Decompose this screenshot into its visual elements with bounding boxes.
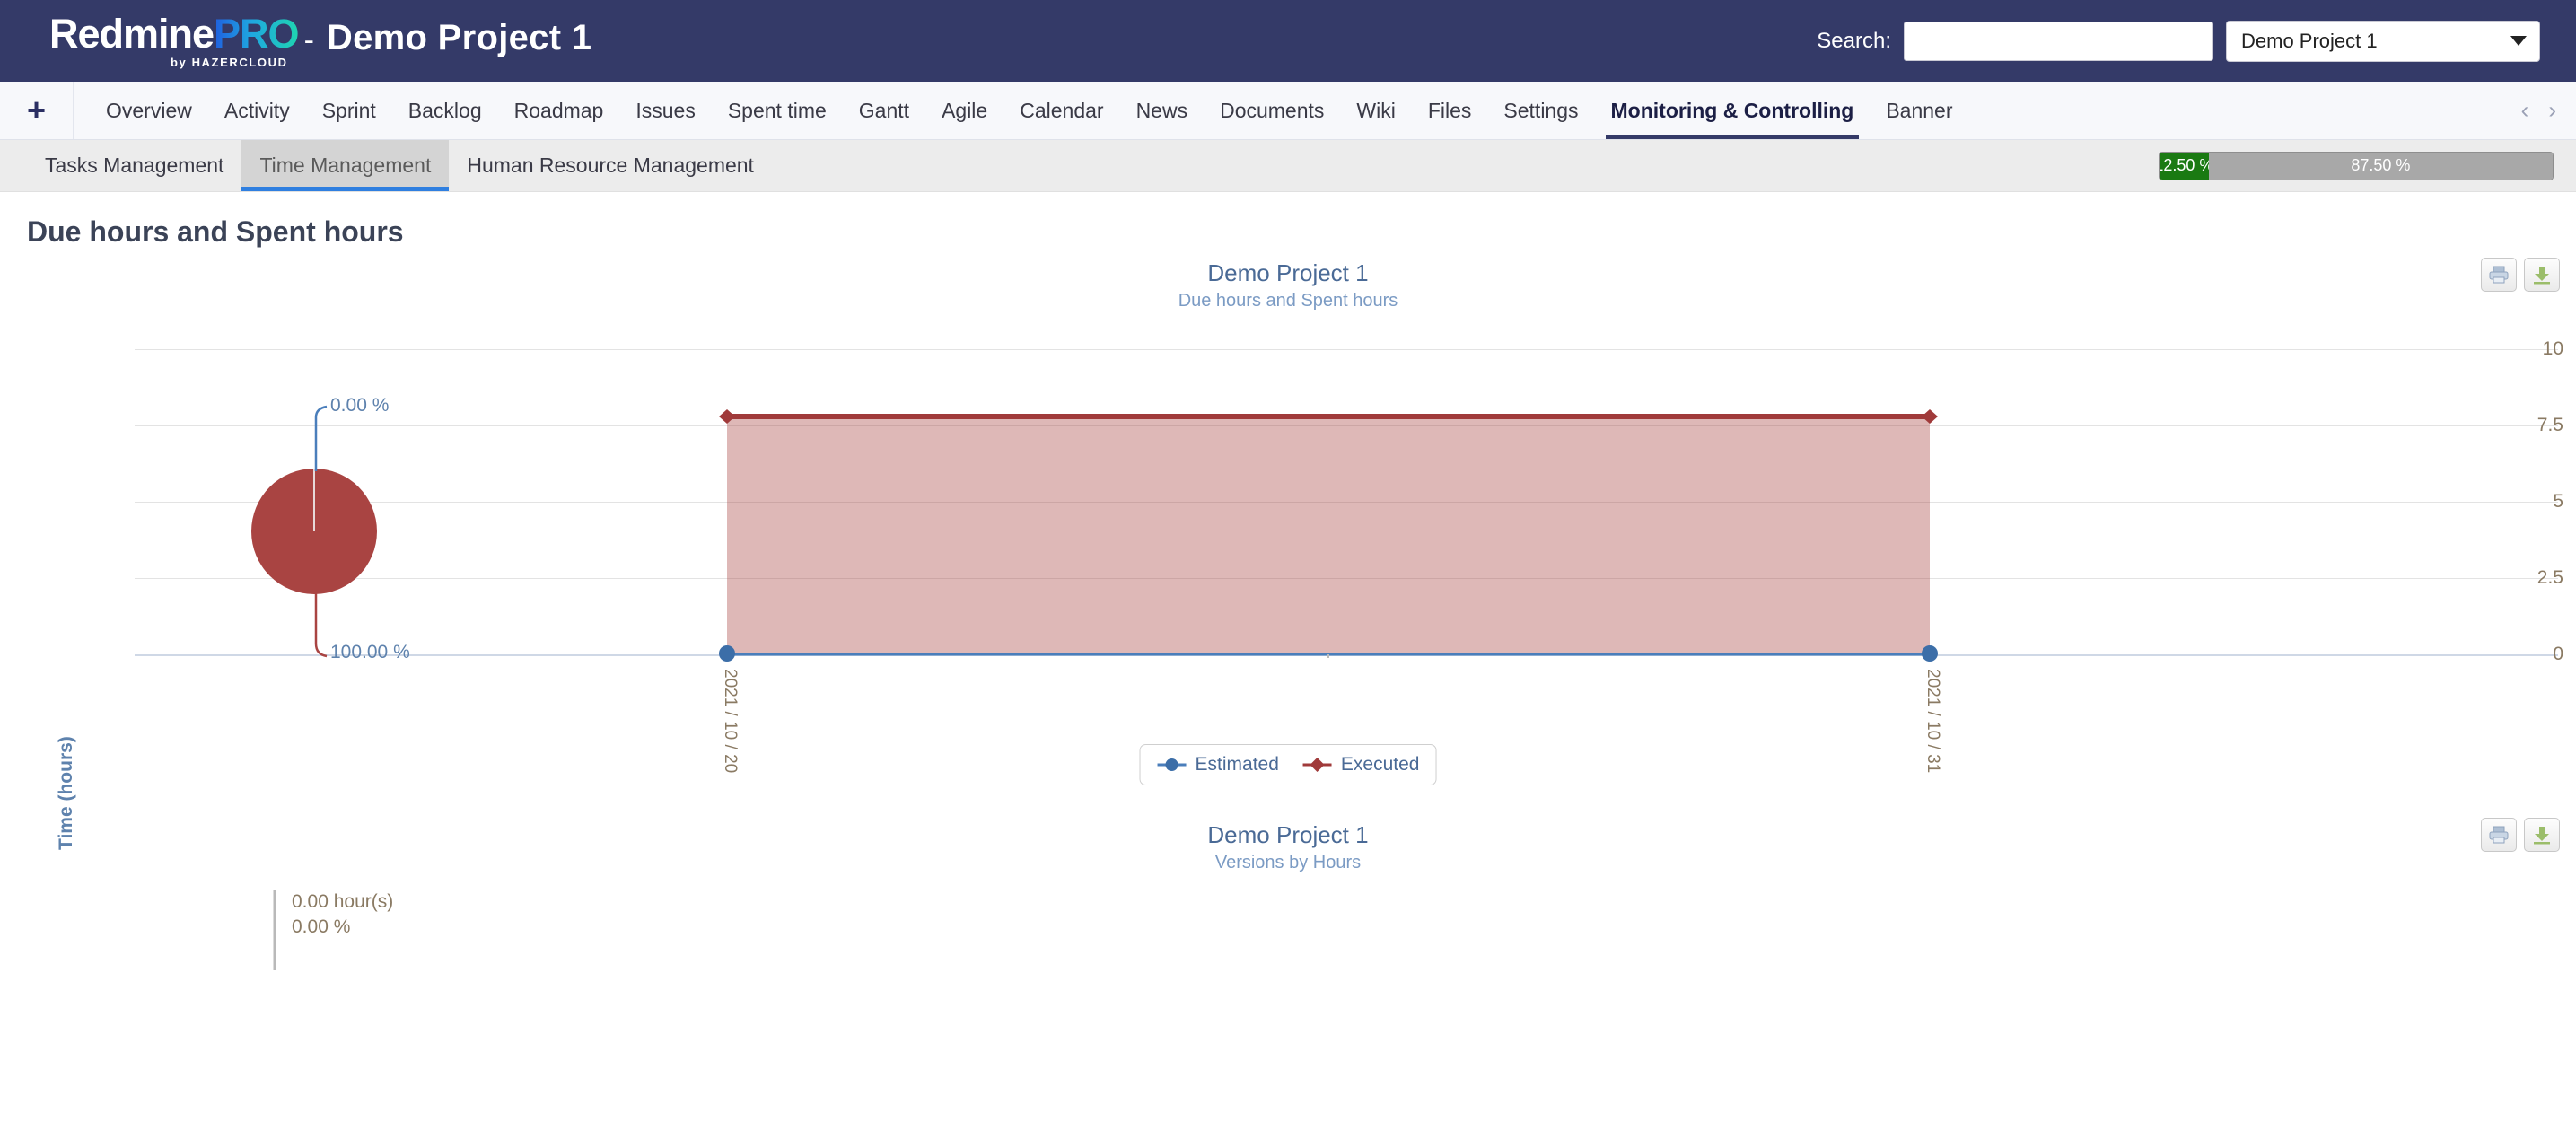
search-area: Search: Demo Project 1 xyxy=(1817,20,2540,62)
nav-scroll-controls: ‹ › xyxy=(2521,97,2556,125)
logo-separator: - xyxy=(303,23,314,57)
chart1-actions xyxy=(2481,258,2560,292)
chart2-title: Demo Project 1 xyxy=(1207,821,1369,848)
legend-item-executed[interactable]: Executed xyxy=(1302,754,1420,776)
series-area-svg xyxy=(719,409,1938,662)
chevron-right-icon[interactable]: › xyxy=(2548,97,2556,125)
print-icon[interactable] xyxy=(2481,818,2517,852)
legend-label-executed: Executed xyxy=(1340,754,1420,775)
nav-item-issues[interactable]: Issues xyxy=(619,82,711,139)
nav-item-banner[interactable]: Banner xyxy=(1870,82,1968,139)
nav-item-documents[interactable]: Documents xyxy=(1204,82,1340,139)
x-tick-label-end: 2021 / 10 / 31 xyxy=(1923,669,1942,774)
nav-item-overview[interactable]: Overview xyxy=(90,82,208,139)
app-header: RedminePRO by HAZERCLOUD - Demo Project … xyxy=(0,0,2576,82)
progress-remaining-segment: 87.50 % xyxy=(2208,152,2553,180)
chevron-down-icon xyxy=(2510,36,2527,46)
estimated-marker-end xyxy=(1922,645,1938,662)
add-new-button[interactable]: + xyxy=(0,82,74,139)
chart2-actions xyxy=(2481,818,2560,852)
versions-callout-line xyxy=(273,890,276,970)
chart2-plot: 0.00 hour(s) 0.00 % xyxy=(0,873,2576,981)
download-icon[interactable] xyxy=(2524,818,2560,852)
chart-versions-by-hours: Demo Project 1 Versions by Hours 0.00 ho… xyxy=(0,811,2576,981)
nav-item-wiki[interactable]: Wiki xyxy=(1340,82,1411,139)
versions-annotation-percent: 0.00 % xyxy=(292,916,351,938)
nav-item-activity[interactable]: Activity xyxy=(208,82,306,139)
nav-item-spent-time[interactable]: Spent time xyxy=(712,82,843,139)
tab-time-management[interactable]: Time Management xyxy=(241,140,450,191)
legend-marker-executed xyxy=(1302,758,1332,772)
chevron-left-icon[interactable]: ‹ xyxy=(2521,97,2529,125)
nav-item-gantt[interactable]: Gantt xyxy=(843,82,925,139)
search-input[interactable] xyxy=(1904,21,2213,61)
logo-pro-text: PRO xyxy=(214,10,300,57)
estimated-marker-start xyxy=(719,645,735,662)
x-tick-label-start: 2021 / 10 / 20 xyxy=(721,669,740,774)
legend-label-estimated: Estimated xyxy=(1195,754,1279,775)
nav-item-agile[interactable]: Agile xyxy=(925,82,1003,139)
print-icon[interactable] xyxy=(2481,258,2517,292)
chart1-title-block: Demo Project 1 Due hours and Spent hours xyxy=(0,249,2576,311)
progress-done-segment: 12.50 % xyxy=(2160,152,2213,180)
nav-item-backlog[interactable]: Backlog xyxy=(392,82,498,139)
chart1-legend: Estimated Executed xyxy=(1139,744,1437,785)
logo-subtitle: by HAZERCLOUD xyxy=(170,55,288,69)
nav-item-roadmap[interactable]: Roadmap xyxy=(498,82,620,139)
project-select-value: Demo Project 1 xyxy=(2241,29,2378,52)
progress-bar: 12.50 % 87.50 % xyxy=(2159,151,2554,180)
nav-item-monitoring-controlling[interactable]: Monitoring & Controlling xyxy=(1595,82,1871,139)
page-title: Demo Project 1 xyxy=(326,18,592,57)
section-heading: Due hours and Spent hours xyxy=(27,215,404,248)
main-navigation: + Overview Activity Sprint Backlog Roadm… xyxy=(0,82,2576,140)
nav-item-settings[interactable]: Settings xyxy=(1487,82,1594,139)
chart2-subtitle: Versions by Hours xyxy=(1214,853,1362,872)
legend-item-estimated[interactable]: Estimated xyxy=(1157,754,1279,776)
legend-marker-estimated xyxy=(1157,758,1187,771)
chart1-title: Demo Project 1 xyxy=(1207,259,1369,286)
logo-text: RedminePRO xyxy=(49,10,300,57)
app-logo[interactable]: RedminePRO by HAZERCLOUD xyxy=(49,10,300,69)
executed-area-fill xyxy=(727,416,1930,654)
download-icon[interactable] xyxy=(2524,258,2560,292)
nav-item-list: Overview Activity Sprint Backlog Roadmap… xyxy=(74,82,1969,139)
nav-item-news[interactable]: News xyxy=(1120,82,1205,139)
versions-annotation: 0.00 hour(s) 0.00 % xyxy=(292,890,393,941)
logo-redmine-text: Redmine xyxy=(49,10,215,57)
chart2-title-block: Demo Project 1 Versions by Hours xyxy=(0,811,2576,873)
tab-human-resource-management[interactable]: Human Resource Management xyxy=(449,140,772,191)
tab-tasks-management[interactable]: Tasks Management xyxy=(27,140,241,191)
project-select[interactable]: Demo Project 1 xyxy=(2226,20,2540,62)
chart1-subtitle: Due hours and Spent hours xyxy=(1178,291,1398,311)
plus-icon: + xyxy=(26,91,47,128)
nav-item-files[interactable]: Files xyxy=(1412,82,1488,139)
versions-annotation-hours: 0.00 hour(s) xyxy=(292,891,394,912)
chart-due-spent-hours: Demo Project 1 Due hours and Spent hours… xyxy=(0,249,2576,850)
search-label: Search: xyxy=(1817,28,1891,53)
chart1-plot: Time (hours) 10 7.5 5 2.5 0 0.00 % 100.0… xyxy=(0,311,2576,850)
nav-item-sprint[interactable]: Sprint xyxy=(306,82,392,139)
sub-tab-bar: Tasks Management Time Management Human R… xyxy=(0,140,2576,192)
nav-item-calendar[interactable]: Calendar xyxy=(1003,82,1119,139)
